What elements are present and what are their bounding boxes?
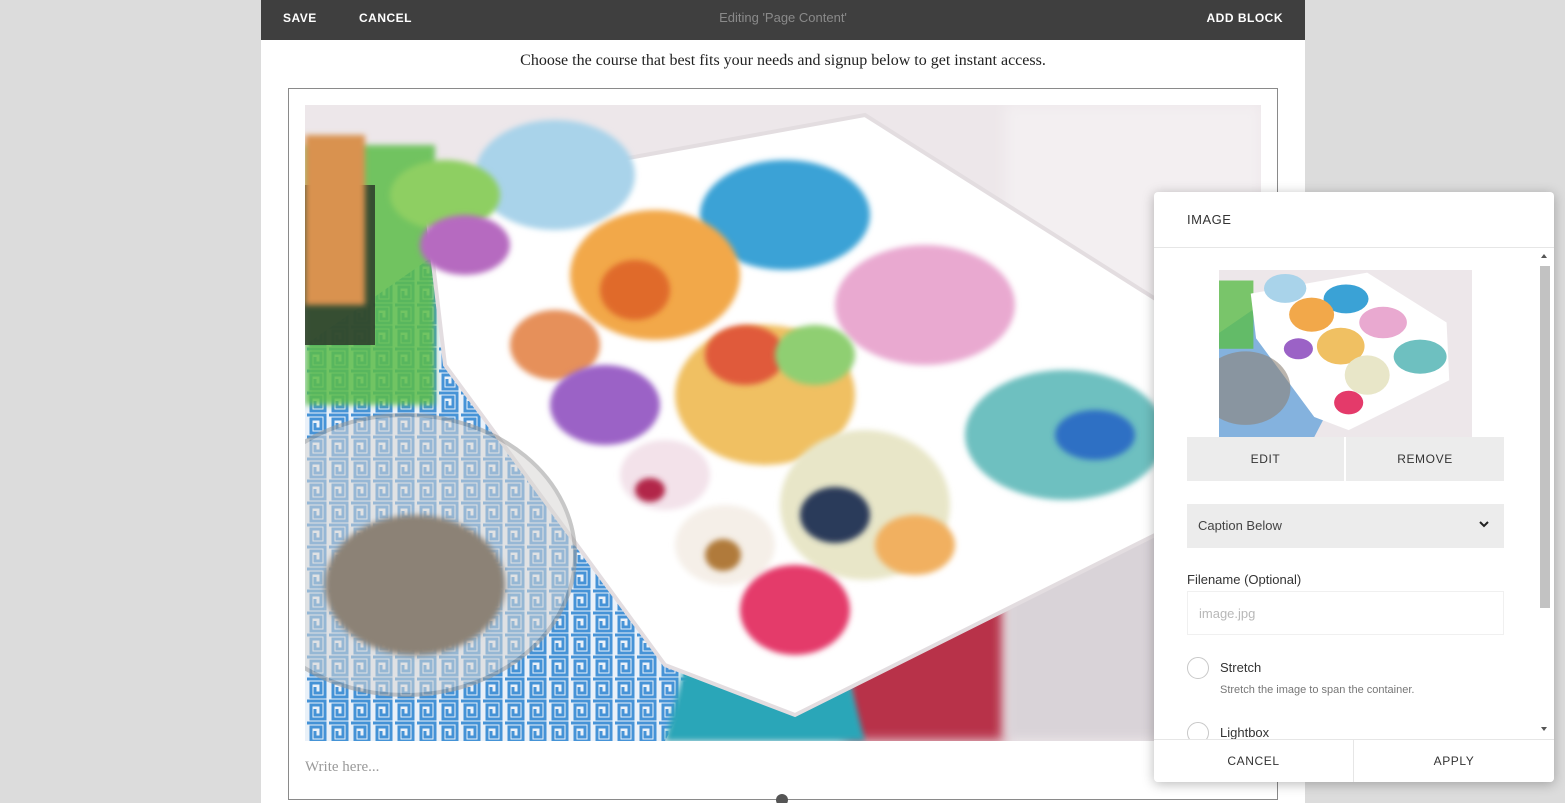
stretch-label: Stretch (1220, 660, 1262, 675)
dialog-title: IMAGE (1187, 212, 1232, 227)
dialog-cancel-button[interactable]: CANCEL (1154, 740, 1354, 782)
image-actions: EDIT REMOVE (1187, 437, 1504, 481)
editor-title: Editing 'Page Content' (719, 10, 847, 25)
scroll-up-icon[interactable] (1541, 254, 1547, 258)
dialog-body: EDIT REMOVE Caption Below Filename (Opti… (1154, 249, 1538, 739)
scrollbar-thumb[interactable] (1540, 266, 1550, 608)
lightbox-label: Lightbox (1220, 725, 1270, 739)
stretch-description: Stretch the image to span the container. (1220, 684, 1415, 696)
intro-text: Choose the course that best fits your ne… (520, 52, 1046, 69)
filename-label: Filename (Optional) (1187, 572, 1302, 587)
caption-placeholder[interactable]: Write here... (305, 759, 379, 776)
lightbox-radio[interactable] (1187, 722, 1209, 739)
caption-position-select[interactable]: Caption Below (1187, 504, 1504, 548)
apply-button[interactable]: APPLY (1354, 740, 1554, 782)
dialog-footer: CANCEL APPLY (1154, 739, 1554, 782)
dialog-header: IMAGE (1154, 192, 1554, 248)
edit-image-button[interactable]: EDIT (1187, 437, 1344, 481)
add-block-button[interactable]: ADD BLOCK (1207, 0, 1284, 40)
caption-position-value: Caption Below (1198, 518, 1282, 533)
editor-toolbar: SAVE CANCEL Editing 'Page Content' ADD B… (261, 0, 1305, 40)
palette-image (305, 105, 1261, 741)
remove-image-button[interactable]: REMOVE (1346, 437, 1504, 481)
filename-input[interactable] (1187, 591, 1504, 635)
resize-handle[interactable] (776, 794, 788, 803)
image-dialog: IMAGE EDIT REMOVE Caption Below Filename… (1154, 192, 1554, 782)
image-block[interactable]: Write here... (288, 88, 1278, 800)
scroll-down-icon[interactable] (1541, 727, 1547, 731)
stretch-radio[interactable] (1187, 657, 1209, 679)
page-editor: SAVE CANCEL Editing 'Page Content' ADD B… (261, 0, 1305, 803)
image-thumbnail (1219, 270, 1472, 437)
thumbnail-image (1219, 270, 1472, 437)
chevron-down-icon (1479, 521, 1489, 528)
palette-photo[interactable] (305, 105, 1261, 741)
